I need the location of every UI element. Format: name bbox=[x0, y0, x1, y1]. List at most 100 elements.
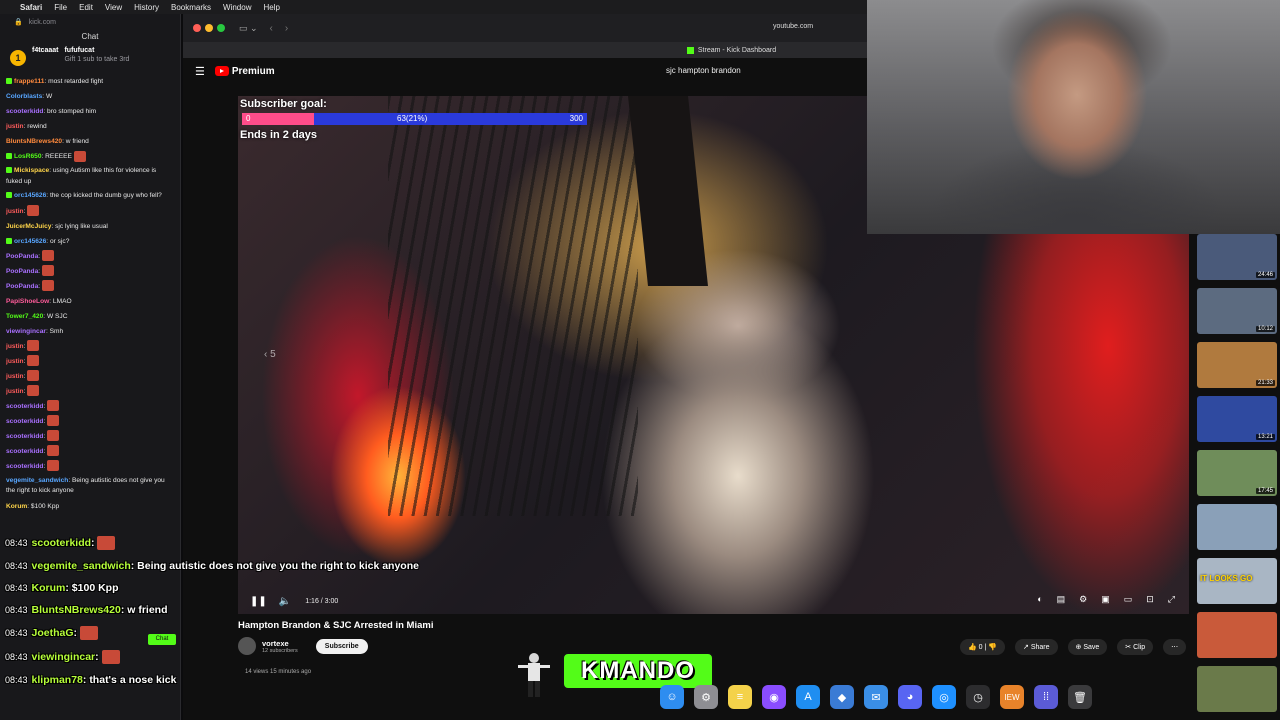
chat-message: justin: bbox=[6, 384, 174, 399]
dock-app-orange-icon[interactable]: IEW bbox=[1000, 685, 1024, 709]
chat-username[interactable]: LosR650 bbox=[14, 153, 42, 160]
menu-view[interactable]: View bbox=[105, 3, 122, 12]
chat-username[interactable]: scooterkidd bbox=[6, 463, 43, 470]
menu-edit[interactable]: Edit bbox=[79, 3, 93, 12]
gift-rank-badge: 1 bbox=[10, 50, 26, 66]
chat-username[interactable]: justin bbox=[6, 123, 24, 130]
emote-icon bbox=[27, 355, 40, 367]
chat-username[interactable]: justin bbox=[6, 358, 24, 365]
related-video-thumbnail[interactable] bbox=[1197, 612, 1277, 658]
related-video-thumbnail[interactable]: IT LOOKS GO bbox=[1197, 558, 1277, 604]
close-window-button[interactable] bbox=[193, 24, 201, 32]
chat-username[interactable]: viewingincar bbox=[6, 328, 46, 335]
chat-username[interactable]: Colorblasts bbox=[6, 93, 42, 100]
miniplayer-icon[interactable]: ▣ bbox=[1101, 594, 1110, 605]
related-video-thumbnail[interactable] bbox=[1197, 666, 1277, 712]
chat-username[interactable]: justin bbox=[6, 373, 24, 380]
tab-title: Stream - Kick Dashboard bbox=[697, 46, 777, 54]
chat-message: justin: bbox=[6, 354, 174, 369]
chat-username[interactable]: PapiShoeLow bbox=[6, 298, 49, 305]
dock-launchpad-icon[interactable]: ⁞⁞ bbox=[1034, 685, 1058, 709]
fullscreen-icon[interactable]: ⤢ bbox=[1168, 594, 1175, 605]
chat-message: justin: rewind bbox=[6, 123, 47, 130]
dock-app-purple-icon[interactable]: ◉ bbox=[762, 685, 786, 709]
dock-clock-icon[interactable]: ◷ bbox=[966, 685, 990, 709]
chat-url-bar[interactable]: 🔒 kick.com bbox=[0, 14, 180, 30]
chat-username[interactable]: PooPanda bbox=[6, 268, 38, 275]
thumbs-up-icon: 👍 bbox=[968, 644, 979, 651]
like-button[interactable]: 👍 0 | 👎 bbox=[960, 639, 1006, 655]
dock-mail-icon[interactable]: ✉ bbox=[864, 685, 888, 709]
chat-username[interactable]: Korum bbox=[6, 503, 27, 510]
cast-icon[interactable]: ⊡ bbox=[1146, 594, 1154, 605]
chat-username[interactable]: Tower7_420 bbox=[6, 313, 43, 320]
chat-username[interactable]: justin bbox=[6, 208, 24, 215]
menu-history[interactable]: History bbox=[134, 3, 159, 12]
chat-username[interactable]: vegemite_sandwich bbox=[6, 477, 68, 484]
related-video-thumbnail[interactable]: 21:33 bbox=[1197, 342, 1277, 388]
overlay-timestamp: 08:43 bbox=[5, 651, 28, 662]
chat-username[interactable]: scooterkidd bbox=[6, 403, 43, 410]
sidebar-icon[interactable]: ▭ ⌄ bbox=[239, 23, 258, 34]
chat-text: most retarded fight bbox=[48, 78, 104, 85]
menu-file[interactable]: File bbox=[54, 3, 67, 12]
dock-notes-icon[interactable]: ≡ bbox=[728, 685, 752, 709]
chat-username[interactable]: PooPanda bbox=[6, 283, 38, 290]
forward-arrow-icon[interactable]: › bbox=[285, 23, 288, 34]
related-video-thumbnail[interactable]: 17:45 bbox=[1197, 450, 1277, 496]
chat-username[interactable]: frappe111 bbox=[14, 78, 44, 85]
chat-username[interactable]: scooterkidd bbox=[6, 448, 43, 455]
chat-username[interactable]: PooPanda bbox=[6, 253, 38, 260]
save-button[interactable]: ⊕ Save bbox=[1067, 639, 1108, 655]
back-arrow-icon[interactable]: ‹ bbox=[270, 23, 273, 34]
menu-app-name[interactable]: Safari bbox=[20, 3, 42, 12]
chat-username[interactable]: scooterkidd bbox=[6, 108, 43, 115]
chat-username[interactable]: justin bbox=[6, 343, 24, 350]
more-actions-icon[interactable]: ⋯ bbox=[1163, 639, 1187, 655]
emote-icon bbox=[47, 430, 60, 442]
related-video-thumbnail[interactable]: 24:46 bbox=[1197, 234, 1277, 280]
menu-help[interactable]: Help bbox=[263, 3, 279, 12]
search-input[interactable]: sjc hampton brandon bbox=[666, 66, 741, 75]
menu-icon[interactable]: ☰ bbox=[195, 65, 205, 78]
share-button[interactable]: ↗ Share bbox=[1015, 639, 1058, 655]
related-video-thumbnail[interactable]: 13:21 bbox=[1197, 396, 1277, 442]
gift-leaderboard[interactable]: 1 f4tcaaat fufufucat Gift 1 sub to take … bbox=[0, 44, 180, 74]
youtube-logo[interactable]: Premium bbox=[214, 66, 275, 77]
chat-username[interactable]: JuicerMcJuicy bbox=[6, 223, 51, 230]
dock-app-store-icon[interactable]: A bbox=[796, 685, 820, 709]
chat-username[interactable]: orc145626 bbox=[14, 238, 46, 245]
video-duration: 13:21 bbox=[1255, 434, 1275, 440]
chat-message: scooterkidd: bbox=[6, 429, 174, 444]
chat-username[interactable]: justin bbox=[6, 388, 24, 395]
chat-username[interactable]: Mickispace bbox=[14, 167, 49, 174]
clip-button[interactable]: ✂ Clip bbox=[1117, 639, 1154, 655]
overlay-chat-message: 08:43 Korum: $100 Kpp bbox=[5, 582, 119, 594]
dock-app-blue-icon[interactable]: ◆ bbox=[830, 685, 854, 709]
kick-chat-button[interactable]: Chat bbox=[148, 634, 176, 645]
chat-username[interactable]: BluntsNBrews420 bbox=[6, 138, 62, 145]
menu-bookmarks[interactable]: Bookmarks bbox=[171, 3, 211, 12]
related-video-thumbnail[interactable] bbox=[1197, 504, 1277, 550]
minimize-window-button[interactable] bbox=[205, 24, 213, 32]
menu-window[interactable]: Window bbox=[223, 3, 251, 12]
dock-trash-icon[interactable]: 🗑 bbox=[1068, 685, 1092, 709]
chat-username[interactable]: orc145626 bbox=[14, 192, 46, 199]
overlay-timestamp: 08:43 bbox=[5, 627, 28, 638]
address-bar[interactable]: youtube.com bbox=[773, 23, 813, 30]
overlay-username: viewingincar bbox=[31, 650, 96, 663]
dock-discord-icon[interactable]: ◕ bbox=[898, 685, 922, 709]
captions-icon[interactable]: ▤ bbox=[1057, 594, 1066, 605]
autoplay-toggle[interactable]: ◐ bbox=[1037, 594, 1042, 605]
related-video-thumbnail[interactable]: 10:12 bbox=[1197, 288, 1277, 334]
dock-settings-icon[interactable]: ⚙ bbox=[694, 685, 718, 709]
chat-username[interactable]: scooterkidd bbox=[6, 418, 43, 425]
chat-message: scooterkidd: bbox=[6, 399, 174, 414]
settings-gear-icon[interactable]: ⚙ bbox=[1079, 594, 1087, 605]
dock-finder-icon[interactable]: ☺ bbox=[660, 685, 684, 709]
dock-safari-icon[interactable]: ◎ bbox=[932, 685, 956, 709]
theater-mode-icon[interactable]: ▭ bbox=[1124, 594, 1133, 605]
chat-username[interactable]: scooterkidd bbox=[6, 433, 43, 440]
overlay-timestamp: 08:43 bbox=[5, 583, 28, 593]
zoom-window-button[interactable] bbox=[217, 24, 225, 32]
